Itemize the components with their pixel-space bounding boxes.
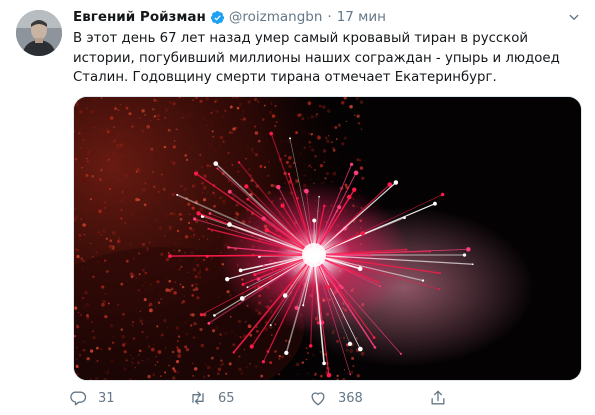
tweet[interactable]: Евгений Ройзман @roizmangbn · 17 мин В э… — [0, 0, 595, 415]
retweet-button[interactable]: 65 — [188, 388, 268, 408]
verified-badge-icon — [210, 10, 225, 25]
tweet-header: Евгений Ройзман @roizmangbn · 17 мин — [73, 6, 583, 28]
fireworks-photo — [74, 97, 581, 380]
heart-icon — [311, 392, 325, 406]
share-icon — [431, 390, 445, 405]
reply-icon — [70, 391, 87, 406]
like-button[interactable]: 368 — [308, 388, 388, 408]
tweet-timestamp[interactable]: 17 мин — [337, 9, 386, 25]
author-handle[interactable]: @roizmangbn — [229, 9, 323, 25]
share-button[interactable] — [428, 388, 508, 408]
chevron-down-icon[interactable] — [565, 8, 583, 26]
author-name[interactable]: Евгений Ройзман — [73, 9, 206, 25]
avatar-photo — [16, 10, 62, 56]
separator-dot: · — [327, 9, 332, 25]
avatar[interactable] — [16, 10, 62, 56]
like-count: 368 — [338, 390, 363, 406]
reply-count: 31 — [98, 390, 115, 406]
tweet-media[interactable] — [73, 96, 582, 381]
tweet-actions: 31 65 368 — [68, 386, 508, 410]
tweet-text: В этот день 67 лет назад умер самый кров… — [73, 31, 560, 85]
retweet-count: 65 — [218, 390, 235, 406]
reply-button[interactable]: 31 — [68, 388, 148, 408]
retweet-icon — [192, 391, 204, 405]
